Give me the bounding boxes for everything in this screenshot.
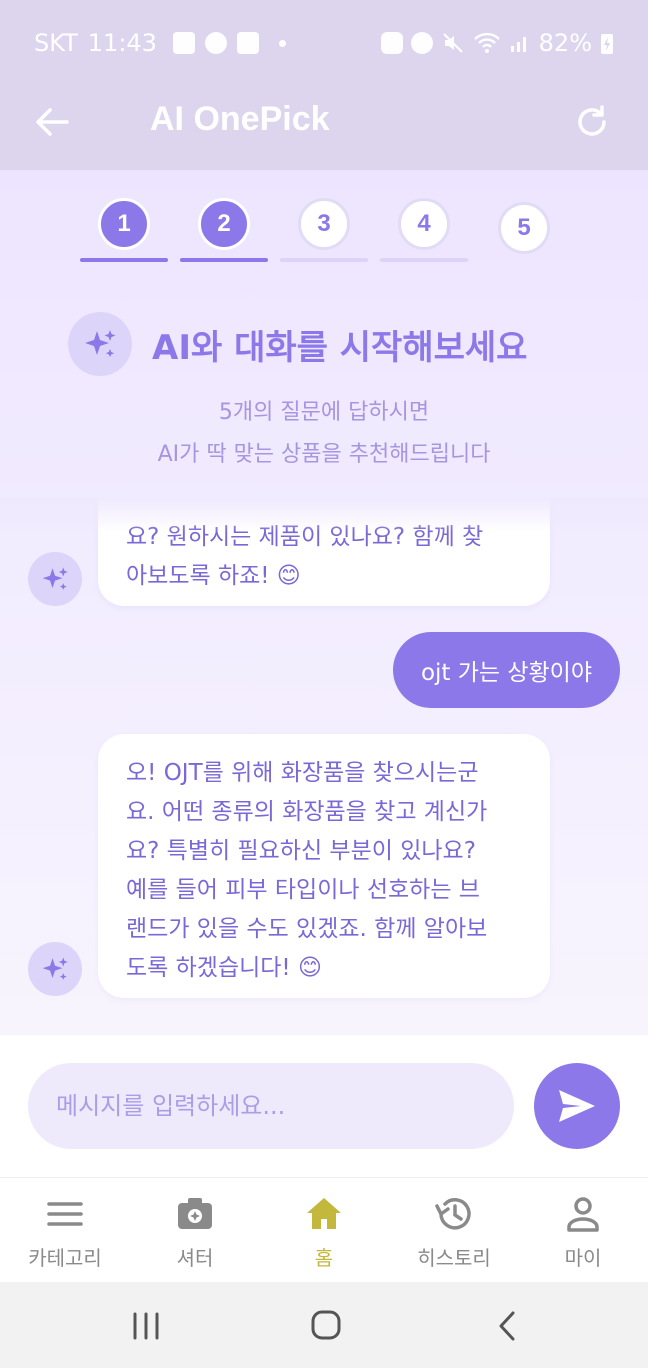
- intro-title: AI와 대화를 시작해보세요: [152, 328, 528, 368]
- recent-apps-button[interactable]: [126, 1308, 166, 1344]
- ai-avatar: [28, 942, 82, 996]
- ai-message-line: 요. 어떤 종류의 화장품을 찾고 계신가: [126, 799, 488, 825]
- history-icon: [435, 1198, 471, 1230]
- ai-message-line: 아보도록 하죠! 😊: [126, 563, 301, 589]
- intro-subtitle-line2: AI가 딱 맞는 상품을 추천해드립니다: [157, 442, 491, 467]
- c-app-icon: [204, 32, 227, 54]
- nav-category[interactable]: 카테고리: [0, 1178, 130, 1283]
- step-bar: [280, 258, 368, 262]
- sparkle-icon: [42, 957, 68, 980]
- step-3: 3: [280, 198, 368, 262]
- gallery-icon: [172, 32, 195, 54]
- back-button[interactable]: [30, 100, 74, 144]
- scroll-fade: [0, 498, 648, 532]
- message-input[interactable]: [28, 1063, 514, 1149]
- bottom-navigation: 카테고리 셔터 홈 히스토리 마이: [0, 1177, 648, 1282]
- chat-content: 1 2 3 4 5 AI와 대화를 시작해보세요 5개의 질문에 답하시면 AI…: [0, 170, 648, 1035]
- back-system-button[interactable]: [488, 1308, 528, 1344]
- camera-icon: [178, 1198, 212, 1229]
- mute-icon: [442, 33, 463, 53]
- app-bar: AI OnePick: [0, 86, 648, 170]
- menu-icon: [47, 1202, 83, 1226]
- step-5: 5: [480, 198, 568, 262]
- ai-avatar: [28, 552, 82, 606]
- nav-my[interactable]: 마이: [518, 1178, 648, 1283]
- home-icon: [307, 1198, 341, 1229]
- ai-message-line: 랜드가 있을 수도 있겠죠. 함께 알아보: [126, 916, 488, 942]
- step-4: 4: [380, 198, 468, 262]
- message-composer: [0, 1035, 648, 1177]
- ai-message-line: 도록 하겠습니다! 😊: [126, 955, 322, 981]
- sparkle-icon: [68, 312, 132, 376]
- intro-subtitle-line1: 5개의 질문에 답하시면: [218, 400, 430, 425]
- signal-icon: [510, 37, 526, 52]
- wifi-icon: [473, 32, 500, 53]
- send-button[interactable]: [534, 1063, 620, 1149]
- send-icon: [559, 1090, 595, 1122]
- nav-home[interactable]: 홈: [259, 1178, 389, 1283]
- user-message-text: ojt 가는 상황이야: [420, 660, 592, 686]
- nav-label: 홈: [314, 1246, 334, 1270]
- calendar-icon: [236, 32, 259, 54]
- ai-message-line: 요? 특별히 필요하신 부분이 있나요?: [126, 838, 476, 864]
- nav-label: 셔터: [176, 1246, 214, 1270]
- recycle-icon: [380, 32, 403, 54]
- step-progress: 1 2 3 4 5: [80, 198, 560, 268]
- step-number: 3: [298, 198, 350, 250]
- arrow-left-icon: [36, 108, 69, 136]
- message-list[interactable]: 요? 원하시는 제품이 있나요? 함께 찾 아보도록 하죠! 😊 ojt 가는 …: [0, 498, 648, 1035]
- nav-label: 히스토리: [417, 1246, 491, 1270]
- battery-charging-icon: [601, 34, 613, 54]
- clock: 11:43: [87, 29, 157, 57]
- nav-label: 마이: [564, 1246, 602, 1270]
- alarm-icon: [410, 32, 433, 54]
- nav-history[interactable]: 히스토리: [389, 1178, 519, 1283]
- sparkle-icon: [42, 567, 68, 590]
- step-bar: [380, 258, 468, 262]
- more-notifications-dot: [278, 39, 286, 47]
- refresh-icon: [578, 105, 606, 136]
- battery-percent: 82%: [538, 29, 592, 57]
- status-bar: SKT 11:43 82%: [0, 0, 648, 86]
- step-number: 1: [98, 198, 150, 250]
- step-bar: [80, 258, 168, 262]
- app-title: AI OnePick: [150, 100, 330, 138]
- user-message: ojt 가는 상황이야: [392, 632, 620, 708]
- step-number: 2: [198, 198, 250, 250]
- ai-message-line: 예를 들어 피부 타입이나 선호하는 브: [126, 877, 480, 903]
- step-1: 1: [80, 198, 168, 262]
- ai-message: 오! OJT를 위해 화장품을 찾으시는군 요. 어떤 종류의 화장품을 찾고 …: [98, 734, 550, 998]
- home-system-button[interactable]: [306, 1308, 346, 1344]
- carrier-label: SKT: [34, 29, 78, 57]
- nav-label: 카테고리: [28, 1246, 102, 1270]
- step-2: 2: [180, 198, 268, 262]
- person-icon: [567, 1197, 599, 1232]
- ai-message-line: 오! OJT를 위해 화장품을 찾으시는군: [126, 760, 479, 786]
- top-bar-background: SKT 11:43 82% AI OnePick: [0, 0, 648, 170]
- step-number: 5: [498, 202, 550, 254]
- refresh-button[interactable]: [570, 100, 614, 144]
- step-number: 4: [398, 198, 450, 250]
- system-navigation-bar: [0, 1282, 648, 1368]
- step-bar: [180, 258, 268, 262]
- nav-shutter[interactable]: 셔터: [130, 1178, 260, 1283]
